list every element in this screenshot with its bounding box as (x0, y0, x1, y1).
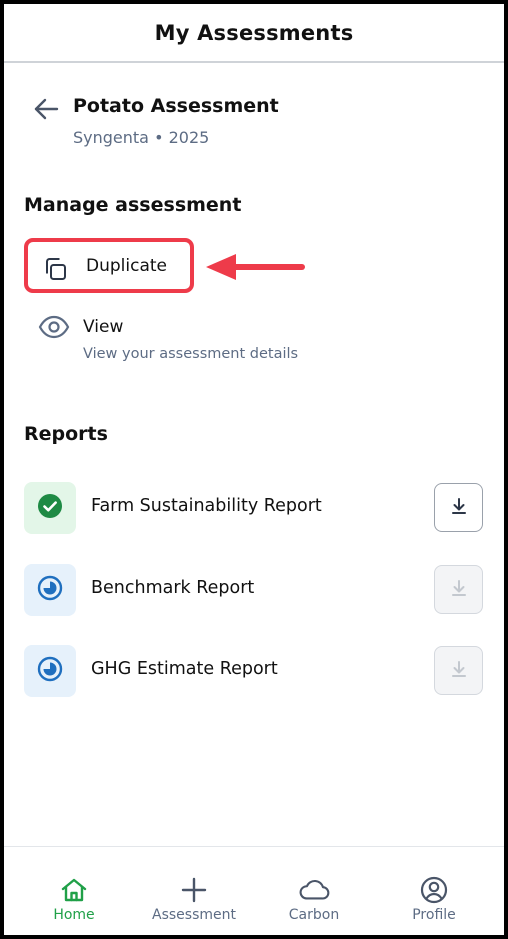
copy-icon (42, 256, 68, 282)
report-name: Farm Sustainability Report (91, 496, 322, 516)
nav-item-profile[interactable]: Profile (374, 847, 494, 935)
top-header: My Assessments (4, 4, 504, 63)
pending-clock-icon (37, 575, 63, 605)
duplicate-label: Duplicate (86, 256, 167, 276)
nav-label-carbon: Carbon (288, 907, 340, 923)
report-name: GHG Estimate Report (91, 659, 278, 679)
view-option[interactable]: View View your assessment details (38, 309, 338, 369)
report-row-benchmark: Benchmark Report (24, 564, 488, 616)
report-status-badge (24, 645, 76, 697)
nav-item-assessment[interactable]: Assessment (134, 847, 254, 935)
red-arrow-annotation (206, 254, 305, 280)
cloud-icon (298, 875, 330, 905)
page-title: My Assessments (154, 20, 354, 45)
report-status-badge (24, 564, 76, 616)
report-row-farm-sustainability: Farm Sustainability Report (24, 482, 488, 534)
download-button-disabled[interactable] (434, 565, 483, 614)
view-description: View your assessment details (83, 346, 299, 362)
nav-item-home[interactable]: Home (14, 847, 134, 935)
profile-icon (418, 875, 450, 905)
download-icon (449, 496, 469, 520)
duplicate-button[interactable]: Duplicate (24, 238, 194, 293)
home-icon (58, 875, 90, 905)
app-screen: My Assessments Potato Assessment Syngent… (4, 4, 504, 935)
check-circle-icon (37, 493, 63, 523)
view-label: View (83, 317, 124, 337)
report-row-ghg-estimate: GHG Estimate Report (24, 645, 488, 697)
download-icon (449, 659, 469, 683)
nav-item-carbon[interactable]: Carbon (254, 847, 374, 935)
download-button-disabled[interactable] (434, 646, 483, 695)
bottom-nav: Home Assessment Carbon Profile (4, 846, 504, 935)
assessment-subtitle: Syngenta • 2025 (73, 128, 210, 147)
nav-label-home: Home (53, 907, 95, 923)
download-button[interactable] (434, 483, 483, 532)
report-status-badge (24, 482, 76, 534)
nav-label-assessment: Assessment (152, 907, 236, 923)
eye-icon (38, 315, 70, 339)
back-arrow-icon[interactable] (32, 95, 60, 123)
report-name: Benchmark Report (91, 578, 255, 598)
pending-clock-icon (37, 656, 63, 686)
plus-icon (178, 875, 210, 905)
reports-heading: Reports (24, 423, 108, 445)
manage-assessment-heading: Manage assessment (24, 194, 242, 216)
download-icon (449, 578, 469, 602)
nav-label-profile: Profile (412, 907, 456, 923)
assessment-name: Potato Assessment (73, 95, 279, 117)
